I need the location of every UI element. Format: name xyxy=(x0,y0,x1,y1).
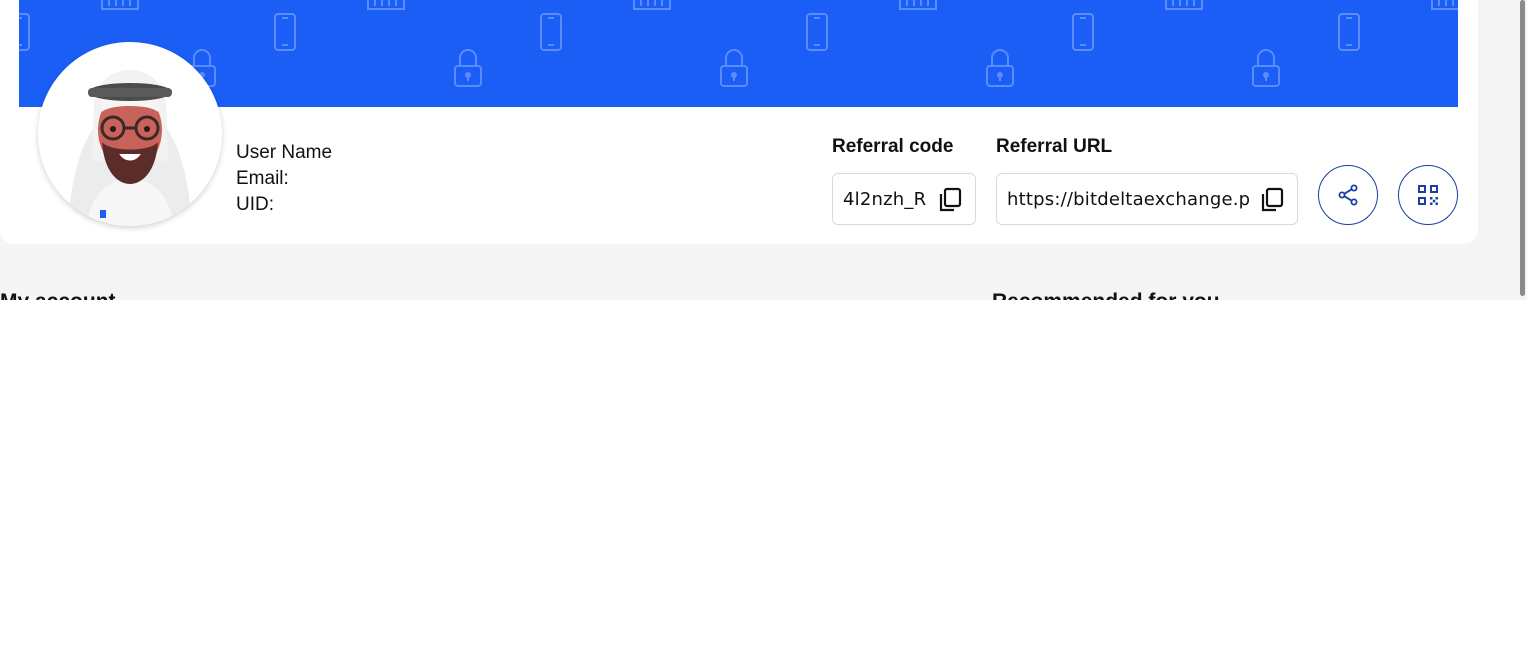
user-email: Email: xyxy=(236,168,289,189)
qr-code-button[interactable] xyxy=(1398,165,1458,225)
scrollbar[interactable] xyxy=(1520,0,1525,296)
copy-icon[interactable] xyxy=(937,187,963,213)
referral-code-value: 4l2nzh_R xyxy=(843,188,927,210)
referral-code-field[interactable]: 4l2nzh_R xyxy=(832,173,976,225)
user-uid: UID: xyxy=(236,194,274,215)
user-info: User Name Email: UID: xyxy=(236,140,332,218)
banner-pattern xyxy=(19,0,1458,87)
profile-card: User Name Email: UID: Referral code 4l2n… xyxy=(0,0,1478,244)
referral-url-value: https://bitdeltaexchange.page xyxy=(1007,188,1249,210)
my-account-heading: My account xyxy=(0,290,116,300)
profile-banner xyxy=(19,0,1458,107)
page-viewport: User Name Email: UID: Referral code 4l2n… xyxy=(0,0,1527,300)
share-icon xyxy=(1338,184,1358,206)
referral-code-label: Referral code xyxy=(832,136,954,157)
referral-url-label: Referral URL xyxy=(996,136,1113,157)
recommended-heading: Recommended for you xyxy=(992,290,1220,300)
avatar-illustration xyxy=(38,42,222,226)
share-button[interactable] xyxy=(1318,165,1378,225)
user-avatar xyxy=(38,42,222,226)
user-name: User Name xyxy=(236,142,333,163)
referral-url-field[interactable]: https://bitdeltaexchange.page xyxy=(996,173,1298,225)
copy-icon[interactable] xyxy=(1259,187,1285,213)
qr-code-icon xyxy=(1418,185,1438,205)
